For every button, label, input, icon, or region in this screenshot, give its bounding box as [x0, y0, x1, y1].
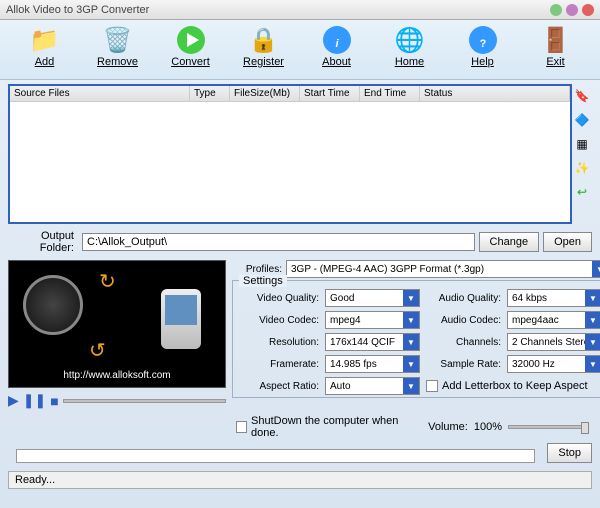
volume-label: Volume:	[428, 421, 468, 433]
arrow-icon: ↻	[99, 269, 116, 294]
register-button[interactable]: 🔒 Register	[234, 24, 294, 75]
svg-text:?: ?	[479, 38, 486, 50]
framerate-combo[interactable]: 14.985 fps▼	[325, 355, 420, 373]
video-codec-label: Video Codec:	[239, 315, 319, 326]
exit-button[interactable]: 🚪 Exit	[526, 24, 586, 75]
video-codec-combo[interactable]: mpeg4▼	[325, 311, 420, 329]
side-icon-4[interactable]: ✨	[574, 160, 590, 176]
convert-button[interactable]: Convert	[161, 24, 221, 75]
arrow-icon: ↺	[89, 338, 106, 363]
transport-controls: ▶ ❚❚ ■	[8, 392, 226, 409]
settings-fieldset: Settings Video Quality: Good▼ Audio Qual…	[232, 280, 600, 398]
profiles-label: Profiles:	[232, 264, 282, 275]
home-button[interactable]: 🌐 Home	[380, 24, 440, 75]
preview-area: ↻ ↺ http://www.alloksoft.com	[8, 260, 226, 388]
play-icon	[175, 24, 207, 56]
add-button[interactable]: 📁 Add	[15, 24, 75, 75]
chevron-down-icon: ▼	[403, 334, 419, 350]
toolbar: 📁 Add 🗑️ Remove Convert 🔒 Register i Abo…	[0, 20, 600, 80]
audio-quality-combo[interactable]: 64 kbps▼	[507, 289, 600, 307]
audio-codec-label: Audio Codec:	[426, 315, 501, 326]
status-bar: Ready...	[8, 471, 592, 489]
lock-icon: 🔒	[248, 24, 280, 56]
help-button[interactable]: ? Help	[453, 24, 513, 75]
audio-codec-combo[interactable]: mpeg4aac▼	[507, 311, 600, 329]
stop-conversion-button[interactable]: Stop	[547, 443, 592, 463]
video-quality-label: Video Quality:	[239, 293, 319, 304]
col-start[interactable]: Start Time	[300, 86, 360, 101]
side-icon-grid[interactable]: ▦	[574, 136, 590, 152]
resolution-combo[interactable]: 176x144 QCIF▼	[325, 333, 420, 351]
chevron-down-icon: ▼	[403, 290, 419, 306]
exit-icon: 🚪	[540, 24, 572, 56]
trash-icon: 🗑️	[102, 24, 134, 56]
aspect-label: Aspect Ratio:	[239, 381, 319, 392]
globe-icon: 🌐	[394, 24, 426, 56]
file-list[interactable]: Source Files Type FileSize(Mb) Start Tim…	[8, 84, 572, 224]
chevron-down-icon: ▼	[585, 312, 600, 328]
play-button[interactable]: ▶	[8, 392, 19, 409]
side-toolbar: 🔖 🔷 ▦ ✨ ↩	[574, 84, 592, 224]
info-icon: i	[321, 24, 353, 56]
chevron-down-icon: ▼	[585, 290, 600, 306]
chevron-down-icon: ▼	[403, 356, 419, 372]
maximize-button[interactable]	[566, 4, 578, 16]
framerate-label: Framerate:	[239, 359, 319, 370]
output-folder-input[interactable]: C:\Allok_Output\	[82, 233, 475, 251]
chevron-down-icon: ▼	[585, 334, 600, 350]
channels-combo[interactable]: 2 Channels Stereo▼	[507, 333, 600, 351]
shutdown-checkbox[interactable]	[236, 421, 247, 433]
seek-slider[interactable]	[63, 399, 226, 403]
sample-rate-label: Sample Rate:	[426, 359, 501, 370]
titlebar: Allok Video to 3GP Converter	[0, 0, 600, 20]
letterbox-label: Add Letterbox to Keep Aspect	[442, 380, 588, 392]
folder-add-icon: 📁	[29, 24, 61, 56]
change-button[interactable]: Change	[479, 232, 540, 252]
film-reel-icon	[23, 275, 83, 335]
letterbox-checkbox[interactable]	[426, 380, 438, 392]
window-title: Allok Video to 3GP Converter	[6, 4, 149, 16]
progress-bar	[16, 449, 535, 463]
side-icon-1[interactable]: 🔖	[574, 88, 590, 104]
volume-value: 100%	[474, 421, 502, 433]
stop-button[interactable]: ■	[50, 393, 58, 409]
volume-slider[interactable]	[508, 425, 588, 429]
phone-icon	[161, 289, 201, 349]
chevron-down-icon: ▼	[403, 312, 419, 328]
chevron-down-icon: ▼	[403, 378, 419, 394]
about-button[interactable]: i About	[307, 24, 367, 75]
shutdown-label: ShutDown the computer when done.	[251, 415, 412, 439]
side-icon-2[interactable]: 🔷	[574, 112, 590, 128]
channels-label: Channels:	[426, 337, 501, 348]
pause-button[interactable]: ❚❚	[23, 392, 46, 409]
col-status[interactable]: Status	[420, 86, 570, 101]
chevron-down-icon: ▼	[585, 356, 600, 372]
resolution-label: Resolution:	[239, 337, 319, 348]
profiles-combo[interactable]: 3GP - (MPEG-4 AAC) 3GPP Format (*.3gp) ▼	[286, 260, 600, 278]
sample-rate-combo[interactable]: 32000 Hz▼	[507, 355, 600, 373]
col-type[interactable]: Type	[190, 86, 230, 101]
list-header: Source Files Type FileSize(Mb) Start Tim…	[10, 86, 570, 102]
minimize-button[interactable]	[550, 4, 562, 16]
audio-quality-label: Audio Quality:	[426, 293, 501, 304]
aspect-combo[interactable]: Auto▼	[325, 377, 420, 395]
settings-legend: Settings	[239, 275, 287, 287]
col-source[interactable]: Source Files	[10, 86, 190, 101]
chevron-down-icon: ▼	[592, 261, 600, 277]
side-icon-5[interactable]: ↩	[574, 184, 590, 200]
open-button[interactable]: Open	[543, 232, 592, 252]
output-label: Output Folder:	[8, 230, 78, 254]
website-link: http://www.alloksoft.com	[9, 370, 225, 381]
col-end[interactable]: End Time	[360, 86, 420, 101]
col-filesize[interactable]: FileSize(Mb)	[230, 86, 300, 101]
video-quality-combo[interactable]: Good▼	[325, 289, 420, 307]
close-button[interactable]	[582, 4, 594, 16]
remove-button[interactable]: 🗑️ Remove	[88, 24, 148, 75]
window-controls	[550, 4, 594, 16]
help-icon: ?	[467, 24, 499, 56]
